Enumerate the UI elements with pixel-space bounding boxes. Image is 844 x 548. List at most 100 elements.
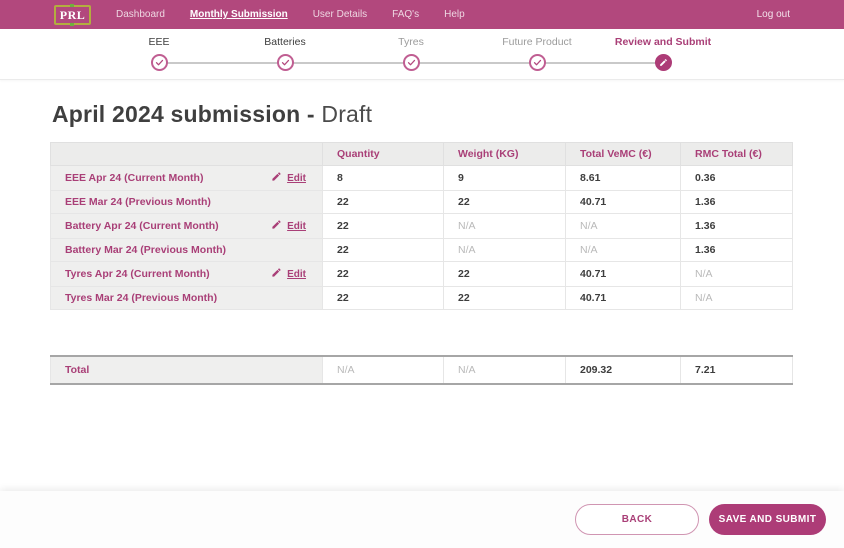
edit-control[interactable]: Edit bbox=[271, 171, 306, 185]
cell-vemc: 40.71 bbox=[565, 261, 681, 287]
nav-item-dashboard[interactable]: Dashboard bbox=[116, 9, 165, 20]
check-icon bbox=[276, 54, 294, 71]
nav-item-faq-s[interactable]: FAQ's bbox=[392, 9, 419, 20]
row-label: Battery Mar 24 (Previous Month) bbox=[65, 244, 227, 256]
row-label-cell: Battery Apr 24 (Current Month) Edit bbox=[50, 213, 323, 239]
step-label: Batteries bbox=[264, 36, 306, 48]
cell-quantity: 22 bbox=[322, 190, 444, 214]
row-label-cell: Battery Mar 24 (Previous Month) bbox=[50, 238, 323, 262]
cell-quantity: 22 bbox=[322, 238, 444, 262]
cell-vemc: 40.71 bbox=[565, 286, 681, 310]
cell-weight: N/A bbox=[443, 213, 566, 239]
nav-item-help[interactable]: Help bbox=[444, 9, 465, 20]
row-label-cell: EEE Mar 24 (Previous Month) bbox=[50, 190, 323, 214]
cell-vemc: N/A bbox=[565, 238, 681, 262]
pencil-icon bbox=[271, 171, 282, 185]
total-row: Total N/A N/A 209.32 7.21 bbox=[50, 355, 793, 385]
cell-weight: N/A bbox=[443, 238, 566, 262]
nav-item-monthly-submission[interactable]: Monthly Submission bbox=[190, 9, 288, 20]
row-label: EEE Mar 24 (Previous Month) bbox=[65, 196, 211, 208]
total-table: Total N/A N/A 209.32 7.21 bbox=[50, 355, 793, 385]
row-label: Battery Apr 24 (Current Month) bbox=[65, 220, 219, 232]
cell-weight: 22 bbox=[443, 261, 566, 287]
table-row: EEE Apr 24 (Current Month) Edit 8 9 8.61 0.36 bbox=[50, 165, 793, 191]
brand-logo-text: PRL bbox=[59, 7, 86, 22]
total-label: Total bbox=[65, 364, 90, 376]
row-label: Tyres Mar 24 (Previous Month) bbox=[65, 292, 218, 304]
cell-rmc: N/A bbox=[680, 286, 793, 310]
submission-table: Quantity Weight (KG) Total VeMC (€) RMC Tot… bbox=[50, 142, 793, 310]
check-icon bbox=[402, 54, 420, 71]
top-nav-bar: PRL Dashboard Monthly Submission User Deta… bbox=[0, 0, 844, 29]
step-review-and-submit[interactable]: Review and Submit bbox=[600, 36, 726, 79]
table-row: Battery Apr 24 (Current Month) Edit 22 N/A N… bbox=[50, 213, 793, 239]
column-header-weight-kg: Weight (KG) bbox=[443, 142, 566, 166]
edit-link[interactable]: Edit bbox=[287, 173, 306, 184]
table-row: Battery Mar 24 (Previous Month) 22 N/A N/A 1… bbox=[50, 238, 793, 262]
cell-quantity: 22 bbox=[322, 261, 444, 287]
table-row: EEE Mar 24 (Previous Month) 22 22 40.71 1.36 bbox=[50, 190, 793, 214]
row-label: EEE Apr 24 (Current Month) bbox=[65, 172, 204, 184]
cell-weight: 22 bbox=[443, 190, 566, 214]
total-cell-weight: N/A bbox=[443, 355, 566, 385]
edit-link[interactable]: Edit bbox=[287, 221, 306, 232]
save-submit-button[interactable]: SAVE AND SUBMIT bbox=[709, 504, 826, 535]
cell-vemc: 40.71 bbox=[565, 190, 681, 214]
step-label: Future Product bbox=[502, 36, 572, 48]
pencil-icon bbox=[654, 54, 672, 71]
row-label-cell: EEE Apr 24 (Current Month) Edit bbox=[50, 165, 323, 191]
stepper-bar: EEE Batteries Tyres Future Product Review an… bbox=[0, 29, 844, 80]
cell-rmc: 1.36 bbox=[680, 238, 793, 262]
total-cell-quantity: N/A bbox=[322, 355, 444, 385]
cell-weight: 9 bbox=[443, 165, 566, 191]
page-title-status: Draft bbox=[321, 101, 373, 127]
step-eee[interactable]: EEE bbox=[96, 36, 222, 79]
row-label-cell: Tyres Apr 24 (Current Month) Edit bbox=[50, 261, 323, 287]
total-cell-rmc: 7.21 bbox=[680, 355, 793, 385]
pencil-icon bbox=[271, 219, 282, 233]
cell-vemc: N/A bbox=[565, 213, 681, 239]
check-icon bbox=[528, 54, 546, 71]
cell-vemc: 8.61 bbox=[565, 165, 681, 191]
cell-quantity: 22 bbox=[322, 286, 444, 310]
step-future-product[interactable]: Future Product bbox=[474, 36, 600, 79]
main-nav: Dashboard Monthly Submission User Details F… bbox=[116, 9, 465, 20]
row-label: Tyres Apr 24 (Current Month) bbox=[65, 268, 210, 280]
cell-quantity: 8 bbox=[322, 165, 444, 191]
cell-rmc: 1.36 bbox=[680, 190, 793, 214]
table-header-row: Quantity Weight (KG) Total VeMC (€) RMC Tot… bbox=[50, 142, 793, 166]
brand-logo[interactable]: PRL bbox=[54, 3, 91, 26]
step-label: EEE bbox=[148, 36, 170, 48]
cell-quantity: 22 bbox=[322, 213, 444, 239]
edit-control[interactable]: Edit bbox=[271, 219, 306, 233]
column-header-quantity: Quantity bbox=[322, 142, 444, 166]
column-header-row-labels bbox=[50, 142, 323, 166]
check-icon bbox=[150, 54, 168, 71]
edit-control[interactable]: Edit bbox=[271, 267, 306, 281]
column-header-rmc-total: RMC Total (€) bbox=[680, 142, 793, 166]
nav-item-user-details[interactable]: User Details bbox=[313, 9, 367, 20]
step-tyres[interactable]: Tyres bbox=[348, 36, 474, 79]
stepper: EEE Batteries Tyres Future Product Review an… bbox=[96, 29, 726, 79]
page-title: April 2024 submission - Draft bbox=[52, 101, 844, 128]
footer-action-bar: BACK SAVE AND SUBMIT bbox=[0, 491, 844, 548]
back-button[interactable]: BACK bbox=[575, 504, 699, 535]
table-row: Tyres Apr 24 (Current Month) Edit 22 22 40.7… bbox=[50, 261, 793, 287]
table-row: Tyres Mar 24 (Previous Month) 22 22 40.71 N/… bbox=[50, 286, 793, 310]
edit-link[interactable]: Edit bbox=[287, 269, 306, 280]
step-batteries[interactable]: Batteries bbox=[222, 36, 348, 79]
step-label: Review and Submit bbox=[614, 36, 712, 48]
cell-rmc: 0.36 bbox=[680, 165, 793, 191]
cell-weight: 22 bbox=[443, 286, 566, 310]
step-label: Tyres bbox=[398, 36, 424, 48]
pencil-icon bbox=[271, 267, 282, 281]
main-content: April 2024 submission - Draft Quantity We… bbox=[0, 101, 844, 385]
total-cell-vemc: 209.32 bbox=[565, 355, 681, 385]
logout-link[interactable]: Log out bbox=[757, 9, 790, 20]
column-header-total-vemc: Total VeMC (€) bbox=[565, 142, 681, 166]
cell-rmc: N/A bbox=[680, 261, 793, 287]
page-title-main: April 2024 submission - bbox=[52, 101, 315, 127]
row-label-cell: Tyres Mar 24 (Previous Month) bbox=[50, 286, 323, 310]
cell-rmc: 1.36 bbox=[680, 213, 793, 239]
total-label-cell: Total bbox=[50, 355, 323, 385]
